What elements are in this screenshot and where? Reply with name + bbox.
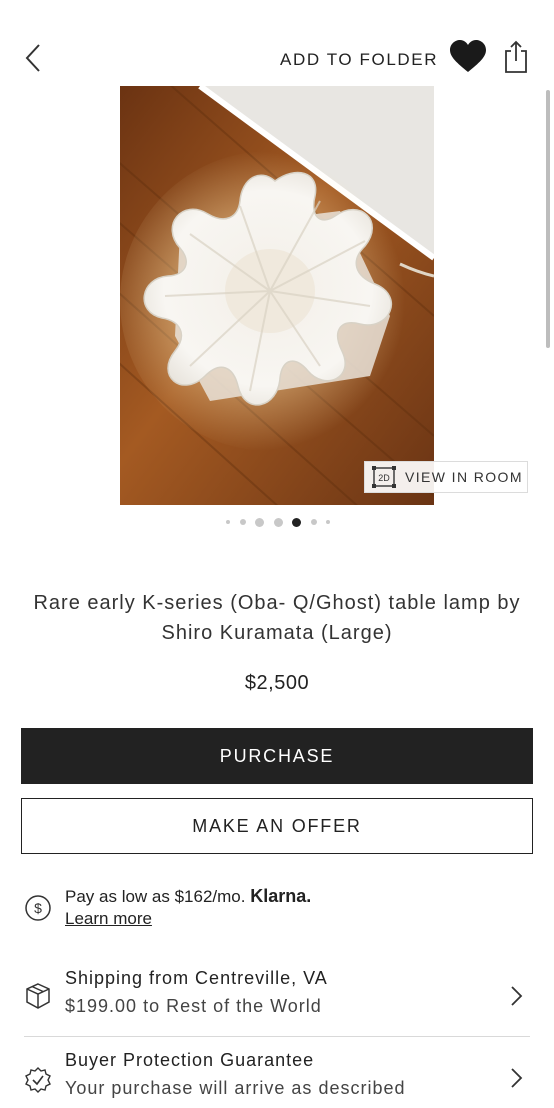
share-icon <box>505 40 527 73</box>
dollar-circle-icon: $ <box>24 894 52 922</box>
carousel-dot[interactable] <box>255 517 264 527</box>
share-button[interactable] <box>503 40 533 76</box>
package-icon <box>24 982 52 1010</box>
view-in-room-button[interactable]: 2D VIEW IN ROOM <box>364 461 528 493</box>
divider <box>24 1036 530 1037</box>
chevron-right-icon <box>508 984 524 1008</box>
favorite-button[interactable] <box>449 40 487 76</box>
carousel-dot-active[interactable] <box>292 517 301 527</box>
back-button[interactable] <box>18 40 48 76</box>
shipping-subtitle: $199.00 to Rest of the World <box>65 996 322 1016</box>
2d-icon: 2D <box>371 465 397 489</box>
product-image[interactable] <box>120 86 434 505</box>
financing-amount: Pay as low as $162/mo. <box>65 887 246 906</box>
financing-row: $ Pay as low as $162/mo. Klarna. Learn m… <box>24 884 530 934</box>
learn-more-link[interactable]: Learn more <box>65 909 152 929</box>
carousel-dot[interactable] <box>273 517 283 527</box>
scrollbar[interactable] <box>546 90 550 348</box>
svg-text:$: $ <box>34 900 42 916</box>
check-badge-icon <box>24 1066 52 1094</box>
top-bar: ADD TO FOLDER <box>0 0 554 90</box>
shipping-row[interactable]: Shipping from Centreville, VA $199.00 to… <box>24 968 530 1038</box>
make-offer-button[interactable]: MAKE AN OFFER <box>21 798 533 854</box>
chevron-right-icon <box>508 1066 524 1090</box>
carousel-dot[interactable] <box>239 519 246 525</box>
buyer-protection-subtitle: Your purchase will arrive as described <box>65 1078 406 1098</box>
carousel-dots <box>226 516 330 528</box>
carousel-dot[interactable] <box>226 520 230 524</box>
add-to-folder-button[interactable]: ADD TO FOLDER <box>280 50 438 70</box>
carousel-dot[interactable] <box>326 520 330 524</box>
view-in-room-badge: 2D <box>378 473 390 483</box>
heart-icon <box>450 40 486 72</box>
klarna-logo: Klarna. <box>250 886 312 906</box>
purchase-button[interactable]: PURCHASE <box>21 728 533 784</box>
buyer-protection-row[interactable]: Buyer Protection Guarantee Your purchase… <box>24 1050 530 1108</box>
product-title: Rare early K-series (Oba- Q/Ghost) table… <box>33 592 521 644</box>
financing-text: Pay as low as $162/mo. Klarna. <box>65 886 311 907</box>
shipping-title: Shipping from Centreville, VA <box>65 968 328 988</box>
product-price: $2,500 <box>244 672 310 694</box>
view-in-room-label: VIEW IN ROOM <box>405 469 523 485</box>
buyer-protection-title: Buyer Protection Guarantee <box>65 1050 315 1070</box>
chevron-left-icon <box>25 44 40 72</box>
carousel-dot[interactable] <box>310 519 317 525</box>
